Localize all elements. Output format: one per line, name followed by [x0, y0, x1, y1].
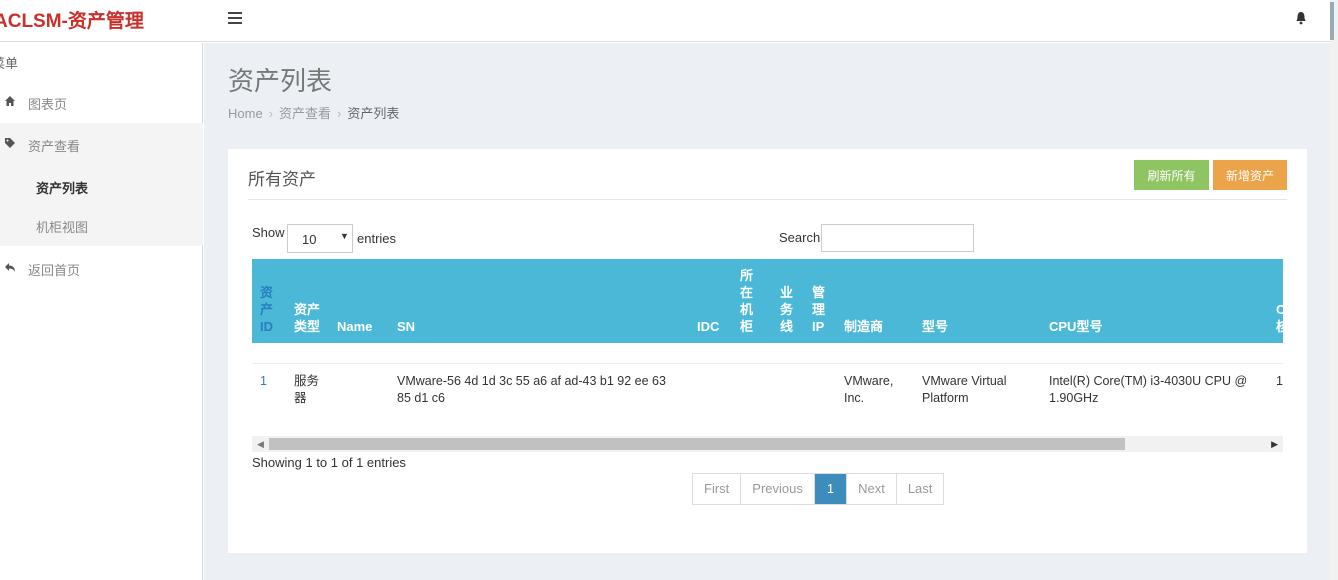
cell-sn: VMware-56 4d 1d 3c 55 a6 af ad-43 b1 92 …: [397, 374, 666, 405]
column-header-mgmt-ip[interactable]: 管理IP: [812, 284, 826, 335]
breadcrumb-assets[interactable]: 资产查看: [279, 106, 331, 121]
divider: [248, 199, 1287, 200]
scroll-right-icon[interactable]: ▶: [1271, 439, 1278, 450]
chevron-down-icon: ▼: [340, 231, 349, 241]
sidebar-item-label: 资产查看: [28, 139, 81, 154]
search-input[interactable]: [821, 224, 974, 252]
sidebar-subitem-asset-list[interactable]: 资产列表: [36, 178, 88, 197]
entries-select[interactable]: 10 ▼: [287, 224, 353, 253]
search-label: Search:: [779, 230, 824, 245]
breadcrumb-current: 资产列表: [347, 106, 400, 121]
column-header-cpu-model[interactable]: CPU型号: [1049, 318, 1102, 335]
hamburger-icon[interactable]: [228, 12, 242, 24]
column-header-cpu-cores[interactable]: C核: [1276, 301, 1283, 335]
sidebar: 菜单 图表页 资产查看 资产列表 机柜视图 返回首页: [0, 43, 203, 580]
sidebar-group-assets: 资产查看 资产列表 机柜视图: [0, 123, 203, 246]
sidebar-subitem-cabinet-view[interactable]: 机柜视图: [36, 217, 88, 236]
cell-cpu-model: Intel(R) Core(TM) i3-4030U CPU @ 1.90GHz: [1049, 374, 1248, 405]
refresh-all-button[interactable]: 刷新所有: [1134, 160, 1209, 190]
row-divider: [252, 363, 1283, 364]
cell-asset-id[interactable]: 1: [260, 373, 267, 390]
column-header-maker[interactable]: 制造商: [844, 318, 883, 335]
page-current-button[interactable]: 1: [814, 474, 848, 504]
cell-model: VMware Virtual Platform: [922, 374, 1007, 405]
page-title: 资产列表: [228, 66, 333, 96]
column-header-cabinet[interactable]: 所在机柜: [740, 267, 754, 335]
tag-icon: [5, 138, 15, 148]
table-horizontal-scrollbar[interactable]: ◀ ▶: [252, 436, 1283, 452]
table-header: 资产ID 资产类型 Name SN IDC 所在机柜 业务线 管理IP 制造商 …: [252, 259, 1283, 343]
scroll-left-icon[interactable]: ◀: [257, 439, 264, 450]
scrollbar-thumb[interactable]: [269, 438, 1125, 450]
column-header-name[interactable]: Name: [337, 318, 372, 335]
sidebar-item-label: 图表页: [28, 97, 68, 112]
column-header-business[interactable]: 业务线: [780, 284, 794, 335]
show-label: Show: [252, 225, 285, 240]
page-previous-button[interactable]: Previous: [741, 474, 815, 504]
page-first-button[interactable]: First: [693, 474, 742, 504]
box-title: 所有资产: [248, 170, 316, 189]
column-header-idc[interactable]: IDC: [697, 318, 719, 335]
pagination: First Previous 1 Next Last: [692, 473, 945, 505]
breadcrumb-home[interactable]: Home: [228, 106, 263, 121]
sidebar-item-assets[interactable]: 资产查看: [0, 125, 203, 163]
breadcrumb: Home › 资产查看 › 资产列表: [228, 103, 399, 122]
brand-logo[interactable]: ACLSM-资产管理: [0, 6, 144, 33]
column-header-asset-type[interactable]: 资产类型: [294, 301, 322, 335]
sidebar-item-back-home[interactable]: 返回首页: [0, 249, 203, 287]
column-header-model[interactable]: 型号: [922, 318, 948, 335]
add-asset-button[interactable]: 新增资产: [1213, 160, 1287, 190]
sidebar-item-dashboard[interactable]: 图表页: [0, 83, 203, 121]
top-navbar: ACLSM-资产管理: [0, 0, 1330, 42]
column-header-sn[interactable]: SN: [397, 318, 415, 335]
reply-icon: [5, 263, 15, 272]
breadcrumb-separator-icon: ›: [268, 106, 274, 121]
page-last-button[interactable]: Last: [896, 474, 944, 504]
sidebar-menu-label: 菜单: [0, 56, 19, 71]
main-content: 资产列表 Home › 资产查看 › 资产列表 所有资产 刷新所有 新增资产 Show …: [204, 43, 1330, 580]
sidebar-item-label: 返回首页: [28, 263, 81, 278]
home-icon: [5, 96, 15, 106]
table-info: Showing 1 to 1 of 1 entries: [252, 455, 406, 470]
column-header-asset-id[interactable]: 资产ID: [260, 284, 274, 335]
cell-maker: VMware, Inc.: [844, 374, 894, 405]
cell-cpu-cores: 1: [1276, 374, 1283, 388]
assets-table: 资产ID 资产类型 Name SN IDC 所在机柜 业务线 管理IP 制造商 …: [252, 259, 1283, 439]
entries-select-value: 10: [302, 232, 317, 247]
cell-asset-type: 服务器: [294, 374, 320, 405]
page-scrollbar[interactable]: [1330, 0, 1338, 580]
assets-box: 所有资产 刷新所有 新增资产 Show 10 ▼ entries Search:…: [228, 149, 1307, 553]
page-next-button[interactable]: Next: [847, 474, 897, 504]
entries-label: entries: [357, 231, 397, 246]
breadcrumb-separator-icon: ›: [337, 106, 342, 121]
bell-icon[interactable]: [1295, 11, 1307, 25]
